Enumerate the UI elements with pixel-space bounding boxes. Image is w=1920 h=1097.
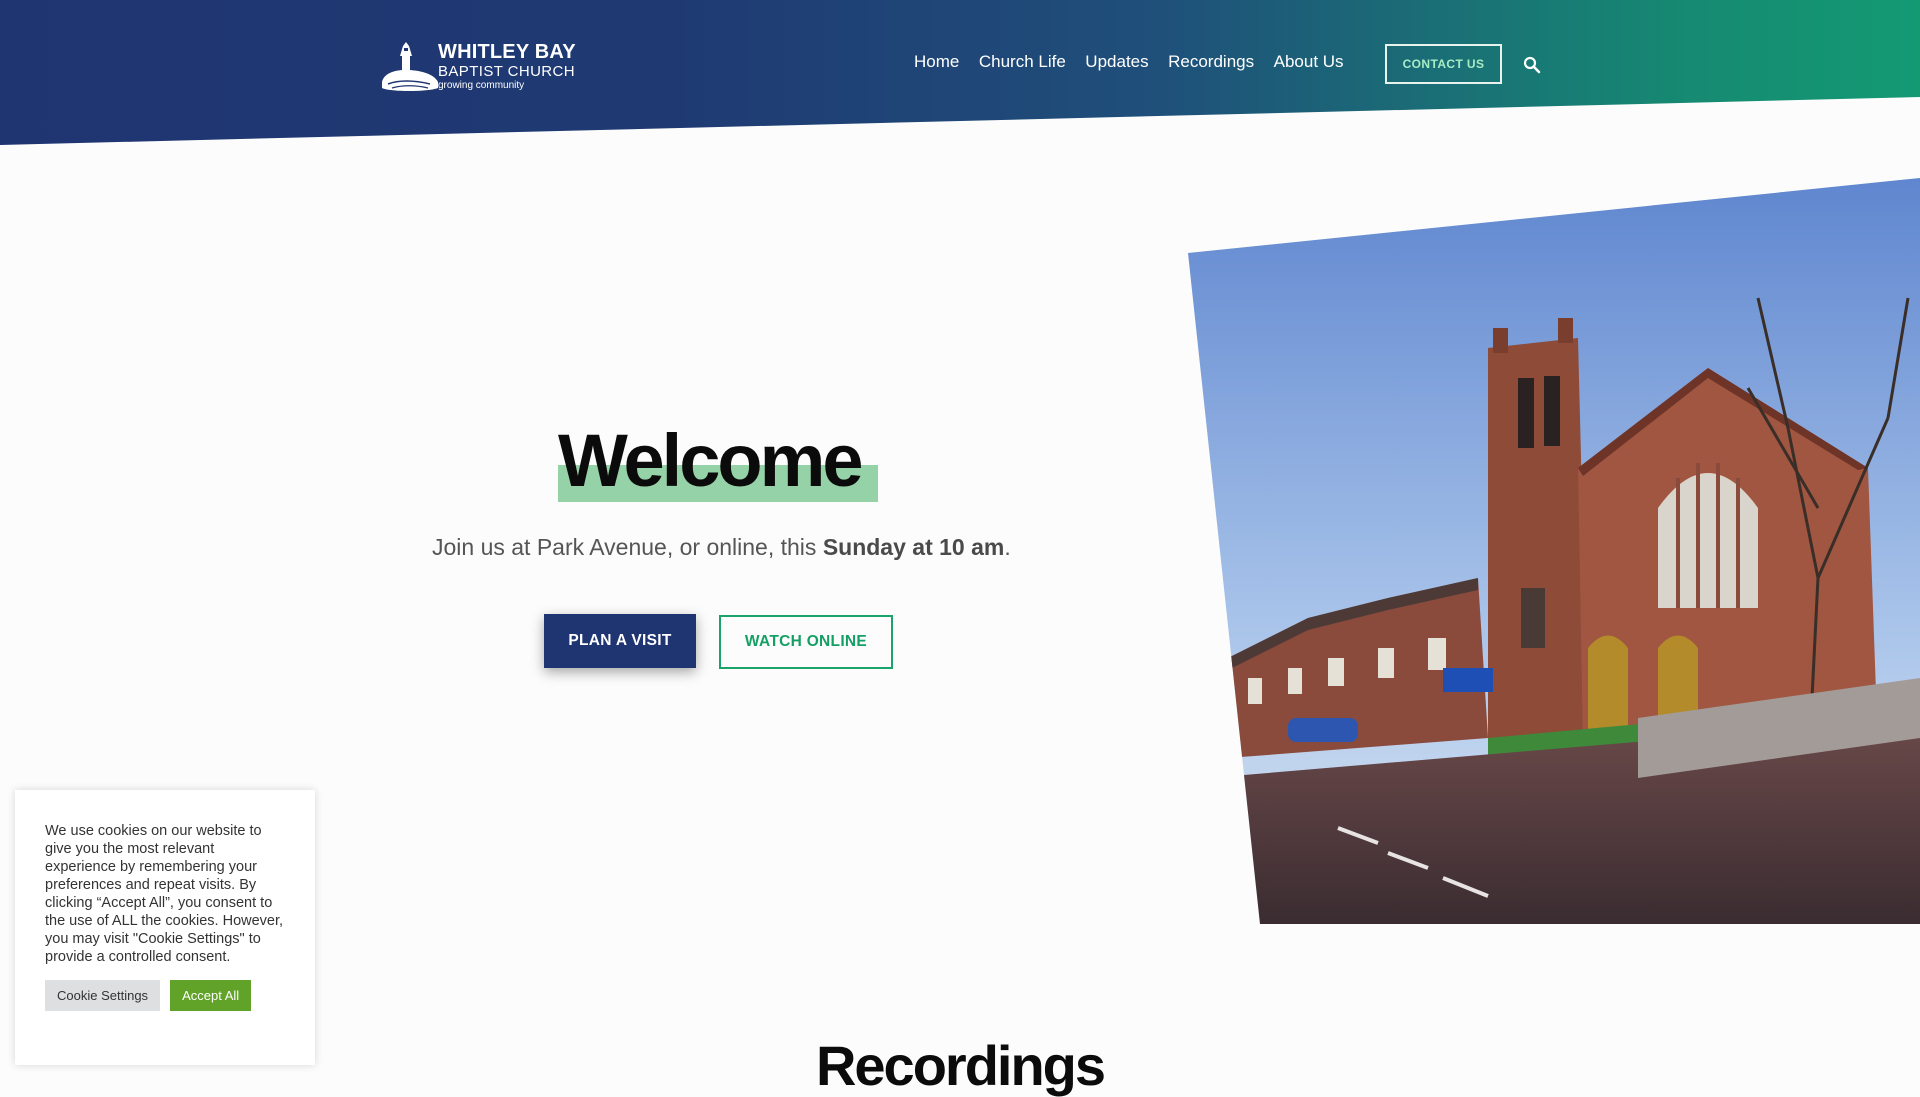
accept-all-button[interactable]: Accept All (170, 980, 252, 1011)
logo-tagline: growing community (438, 79, 525, 91)
contact-us-button[interactable]: CONTACT US (1385, 44, 1502, 84)
cookie-actions: Cookie Settings Accept All (45, 980, 285, 1011)
watch-online-button[interactable]: WATCH ONLINE (719, 615, 893, 669)
nav-about-us[interactable]: About Us (1274, 52, 1344, 72)
logo-subtitle: BAPTIST CHURCH (438, 62, 576, 80)
search-icon[interactable] (1523, 56, 1541, 74)
cookie-banner: We use cookies on our website to give yo… (15, 790, 315, 1065)
subtitle-prefix: Join us at Park Avenue, or online, this (432, 534, 823, 560)
hero-title-block: Welcome (558, 418, 878, 504)
nav-updates[interactable]: Updates (1085, 52, 1148, 72)
logo-title: WHITLEY BAY (438, 40, 576, 63)
subtitle-suffix: . (1004, 534, 1011, 560)
hero-title: Welcome (558, 419, 864, 502)
main-nav: Home Church Life Updates Recordings Abou… (914, 52, 1363, 72)
subtitle-time: Sunday at 10 am (822, 534, 1005, 560)
nav-home[interactable]: Home (914, 52, 959, 72)
cookie-message: We use cookies on our website to give yo… (45, 823, 284, 965)
nav-recordings[interactable]: Recordings (1168, 52, 1254, 72)
church-building-photo (1188, 178, 1920, 924)
plan-a-visit-button[interactable]: PLAN A VISIT (544, 614, 696, 668)
cookie-settings-button[interactable]: Cookie Settings (45, 980, 161, 1011)
header-banner (0, 0, 1920, 145)
hero-subtitle: Join us at Park Avenue, or online, this … (432, 534, 1011, 561)
site-logo[interactable]: WHITLEY BAY BAPTIST CHURCH growing commu… (378, 38, 578, 94)
nav-church-life[interactable]: Church Life (979, 52, 1066, 72)
lighthouse-logo-icon (382, 42, 438, 91)
